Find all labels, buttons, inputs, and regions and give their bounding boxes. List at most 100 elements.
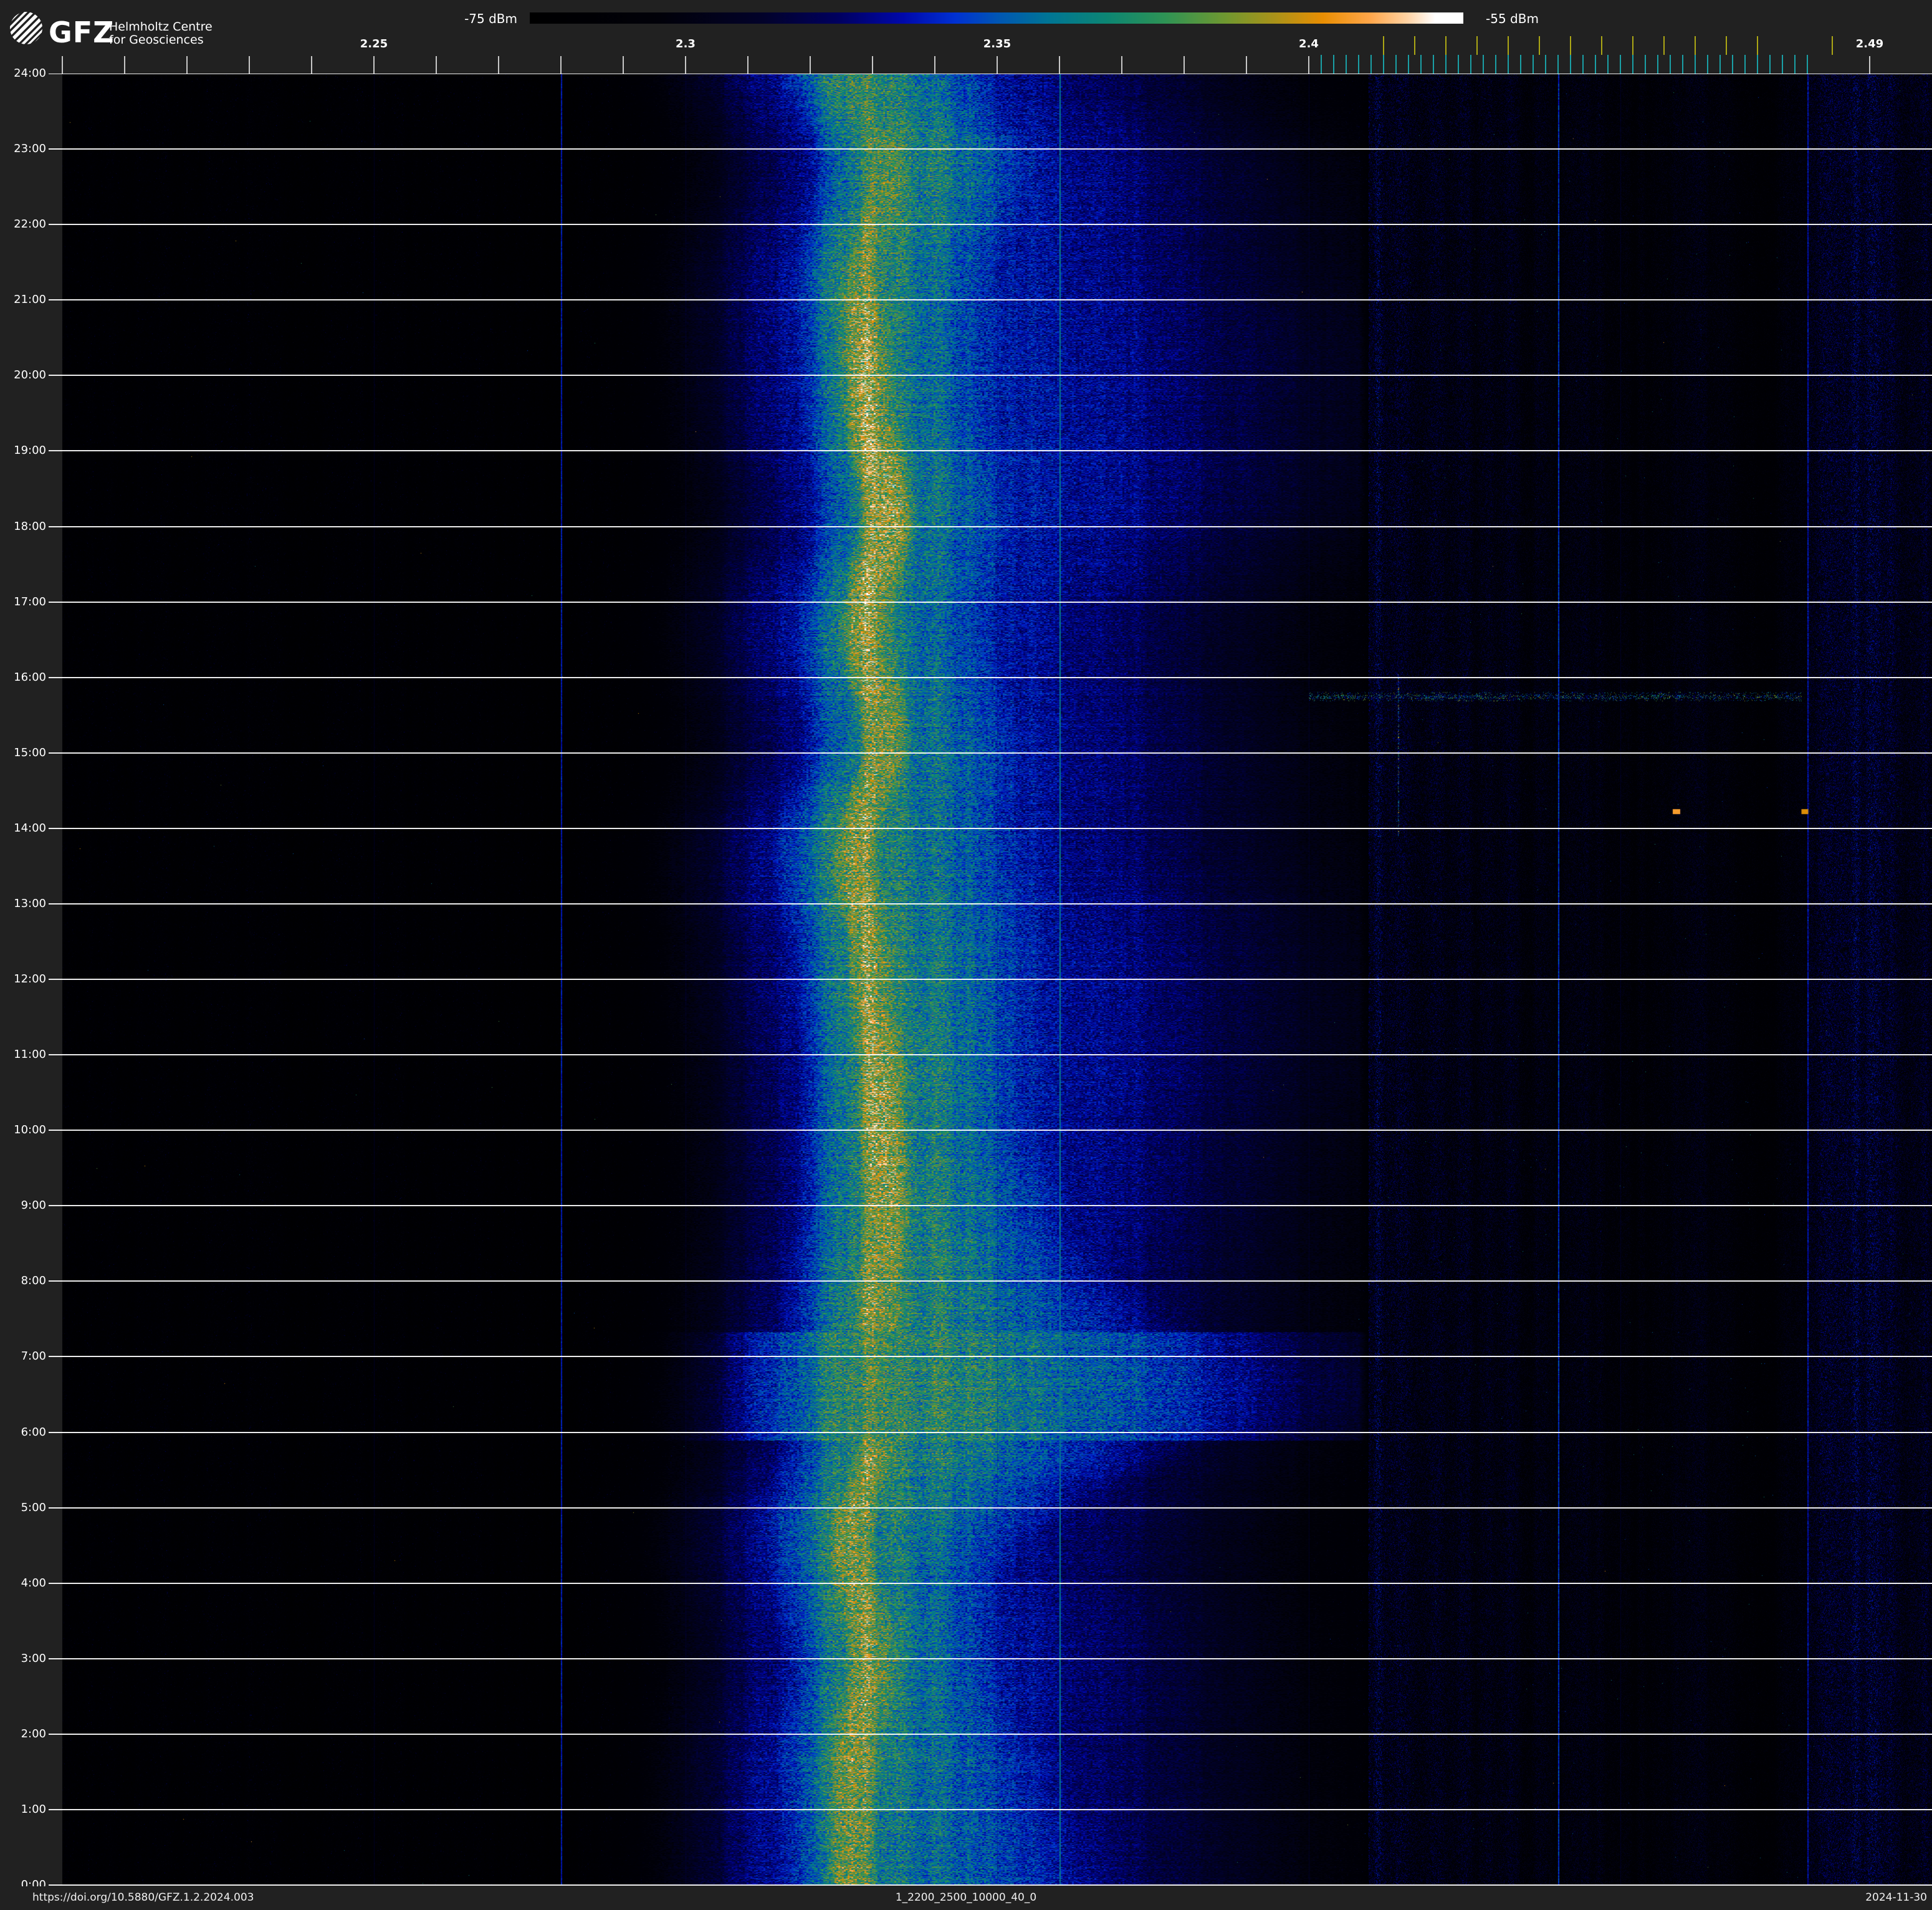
time-tick-label: 5:00 (21, 1501, 46, 1514)
ble-channel-tick (1545, 55, 1546, 74)
freq-minor-tick (685, 56, 686, 74)
gfz-logo-icon (10, 12, 42, 44)
wifi-channel-tick (1383, 36, 1384, 55)
ble-channel-tick (1732, 55, 1733, 74)
freq-tick-label: 2.3 (676, 37, 696, 50)
hour-gridline (49, 224, 1932, 225)
ble-channel-tick (1333, 55, 1334, 74)
hour-gridline (49, 979, 1932, 980)
time-tick-label: 8:00 (21, 1274, 46, 1287)
freq-tick-label: 2.4 (1299, 37, 1319, 50)
ble-channel-tick (1458, 55, 1459, 74)
date-label: 2024-11-30 (1865, 1891, 1927, 1904)
time-tick-label: 1:00 (21, 1803, 46, 1816)
hour-gridline (49, 903, 1932, 905)
ble-channel-tick (1508, 55, 1509, 74)
ble-channel-tick (1408, 55, 1409, 74)
time-tick-label: 19:00 (14, 444, 46, 457)
ble-channel-tick (1807, 55, 1808, 74)
hour-gridline (49, 752, 1932, 754)
time-tick-label: 13:00 (14, 897, 46, 910)
time-tick-label: 24:00 (14, 67, 46, 80)
time-tick-label: 3:00 (21, 1652, 46, 1665)
wifi-channel-tick (1601, 36, 1602, 55)
hour-gridline (49, 375, 1932, 376)
time-tick-label: 14:00 (14, 822, 46, 835)
time-tick-label: 6:00 (21, 1426, 46, 1439)
freq-minor-tick (1869, 56, 1870, 74)
wifi-channel-tick (1476, 36, 1478, 55)
freq-minor-tick (1246, 56, 1247, 74)
freq-tick-label: 2.49 (1855, 37, 1884, 50)
freq-minor-tick (124, 56, 125, 74)
hour-gridline (49, 602, 1932, 603)
colorbar-min-label: -75 dBm (464, 11, 517, 26)
wifi-channel-tick (1632, 36, 1633, 55)
ble-channel-tick (1695, 55, 1696, 74)
ble-channel-tick (1383, 55, 1384, 74)
ble-channel-tick (1607, 55, 1609, 74)
time-tick-label: 23:00 (14, 142, 46, 155)
freq-minor-tick (872, 56, 873, 74)
freq-minor-tick (311, 56, 312, 74)
hour-gridline (49, 1734, 1932, 1735)
ble-channel-tick (1470, 55, 1471, 74)
doi-label: https://doi.org/10.5880/GFZ.1.2.2024.003 (32, 1891, 254, 1904)
freq-minor-tick (934, 56, 935, 74)
hour-gridline (49, 450, 1932, 451)
freq-tick-label: 2.25 (360, 37, 388, 50)
wifi-channel-tick (1539, 36, 1540, 55)
ble-channel-tick (1744, 55, 1746, 74)
freq-minor-tick (373, 56, 375, 74)
ble-channel-tick (1358, 55, 1359, 74)
ble-channel-tick (1557, 55, 1559, 74)
freq-minor-tick (747, 56, 748, 74)
hour-gridline (49, 1507, 1932, 1509)
wifi-channel-tick (1663, 36, 1665, 55)
ble-channel-tick (1595, 55, 1596, 74)
freq-minor-tick (498, 56, 499, 74)
ble-channel-tick (1620, 55, 1621, 74)
ble-channel-tick (1395, 55, 1397, 74)
freq-minor-tick (436, 56, 437, 74)
ble-channel-tick (1495, 55, 1496, 74)
ble-channel-tick (1483, 55, 1484, 74)
freq-minor-tick (1059, 56, 1060, 74)
colorbar (530, 12, 1463, 24)
ble-channel-tick (1769, 55, 1771, 74)
ble-channel-tick (1433, 55, 1434, 74)
hour-gridline (49, 1130, 1932, 1131)
freq-minor-tick (560, 56, 562, 74)
hour-gridline (49, 299, 1932, 300)
time-tick-label: 18:00 (14, 520, 46, 533)
ble-channel-tick (1670, 55, 1671, 74)
freq-minor-tick (1121, 56, 1122, 74)
hour-gridline (49, 148, 1932, 150)
hour-gridline (49, 1658, 1932, 1659)
spectrogram-page: GFZ Helmholtz Centre for Geosciences -75… (0, 0, 1932, 1910)
freq-minor-tick (810, 56, 811, 74)
time-tick-label: 17:00 (14, 595, 46, 608)
time-tick-label: 11:00 (14, 1048, 46, 1061)
footer-bar: https://doi.org/10.5880/GFZ.1.2.2024.003… (0, 1886, 1932, 1910)
hour-gridline (49, 1054, 1932, 1055)
brand-text: GFZ (49, 16, 115, 49)
time-tick-label: 7:00 (21, 1350, 46, 1363)
ble-channel-tick (1657, 55, 1658, 74)
wifi-channel-tick (1695, 36, 1696, 55)
wifi-channel-tick (1508, 36, 1509, 55)
ble-channel-tick (1346, 55, 1347, 74)
time-tick-label: 9:00 (21, 1199, 46, 1212)
brand-subtitle: Helmholtz Centre for Geosciences (109, 21, 213, 47)
ble-channel-tick (1794, 55, 1796, 74)
ble-channel-tick (1757, 55, 1758, 74)
freq-tick-label: 2.35 (983, 37, 1011, 50)
hour-gridline (49, 828, 1932, 829)
ble-channel-tick (1782, 55, 1783, 74)
hour-gridline (49, 1432, 1932, 1433)
hour-gridline (49, 1583, 1932, 1584)
ble-channel-tick (1719, 55, 1721, 74)
hour-gridline (49, 677, 1932, 678)
time-tick-label: 4:00 (21, 1576, 46, 1590)
hour-gridline (49, 1884, 1932, 1886)
